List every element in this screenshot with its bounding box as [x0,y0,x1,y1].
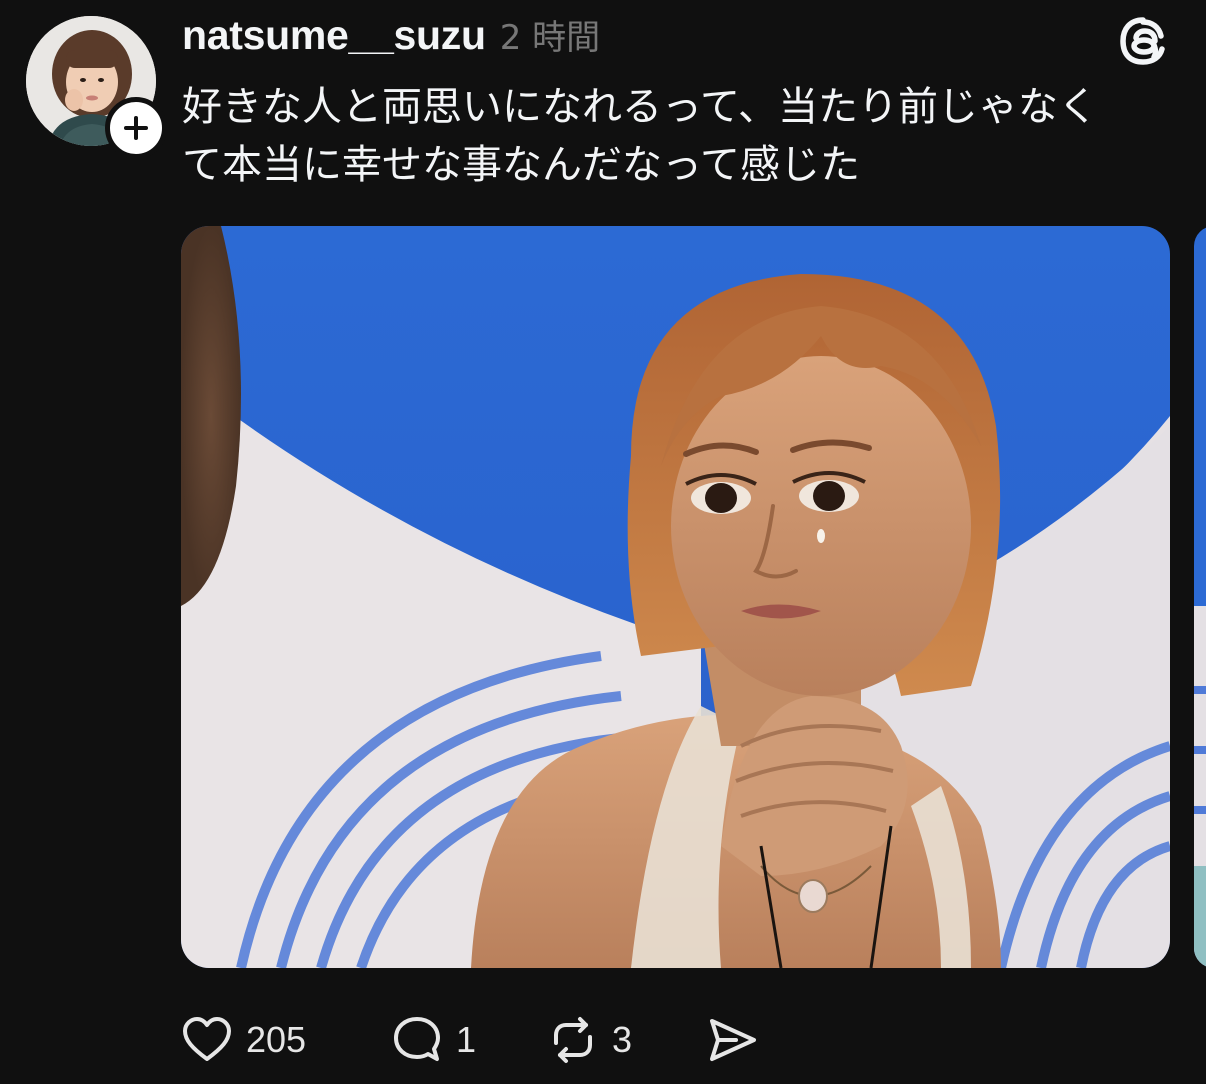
share-button[interactable] [706,1013,760,1067]
post-body: 好きな人と両思いになれるって、当たり前じゃなく て本当に幸せな事なんだなって感じ… [182,78,1162,194]
follow-button[interactable] [105,97,167,159]
reply-count: 1 [456,1019,477,1060]
speech-bubble-icon [394,1017,440,1061]
post-timestamp: 2 時間 [499,18,601,58]
next-photo-preview [1194,226,1206,968]
like-count: 205 [246,1019,307,1060]
like-button[interactable]: 205 [180,1013,390,1067]
send-icon [710,1019,756,1061]
username-link[interactable]: natsume__suzu [182,12,486,59]
post-photo [181,226,1170,968]
author-avatar-container [26,16,167,159]
post-header: natsume__suzu 2 時間 [182,10,600,64]
post-actions: 205 1 3 [180,1010,760,1070]
plus-icon [124,116,148,140]
post-image[interactable] [181,226,1170,968]
repost-button[interactable]: 3 [546,1013,706,1067]
repost-count: 3 [612,1019,633,1060]
repost-arrows-icon [554,1017,592,1063]
heart-icon [183,1017,231,1061]
next-post-image[interactable] [1194,226,1206,968]
threads-logo-icon[interactable] [1116,14,1170,68]
post-text-line-2: て本当に幸せな事なんだなって感じた [182,142,860,188]
post-text-line-1: 好きな人と両思いになれるって、当たり前じゃなく [182,84,1098,130]
reply-button[interactable]: 1 [390,1013,546,1067]
